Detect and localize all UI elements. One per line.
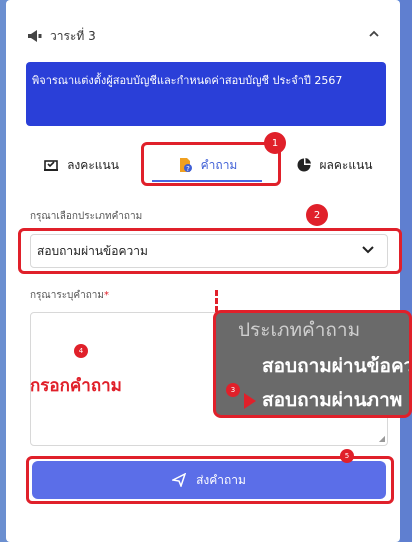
question-text-label-text: กรุณาระบุคำถาม [30,290,104,301]
agenda-header[interactable]: วาระที่ 3 [26,24,386,48]
agenda-title: วาระที่ 3 [50,28,96,43]
tab-vote[interactable]: ลงคะแนน [26,146,136,184]
pointer-arrow-icon [244,393,256,409]
badge-step-2: 2 [306,204,328,226]
highlight-question-type [18,228,402,274]
agenda-description: พิจารณาแต่งตั้งผู้สอบบัญชีและกำหนดค่าสอบ… [26,62,386,126]
question-input-hint: กรอกคำถาม [30,376,122,396]
question-text-label: กรุณาระบุคำถาม* [30,288,109,303]
badge-step-3: 3 [226,383,240,397]
resize-grip-icon[interactable]: ◢ [379,434,385,443]
vote-icon [43,158,59,172]
megaphone-icon [26,28,44,44]
popup-option-text[interactable]: สอบถามผ่านข้อความ [262,351,409,381]
page-scroll-area [400,0,412,542]
highlight-submit [26,456,394,504]
popup-title: ประเภทคำถาม [238,319,361,341]
connector-line [215,290,218,312]
highlight-question-tab [141,142,281,186]
tab-result-label: ผลคะแนน [319,157,373,172]
badge-step-4: 4 [74,344,88,358]
pie-chart-icon [296,157,312,173]
badge-step-5: 5 [340,449,354,463]
badge-step-1: 1 [264,132,286,154]
question-type-popup: ประเภทคำถาม สอบถามผ่านข้อความ สอบถามผ่าน… [213,310,412,418]
popup-option-image[interactable]: สอบถามผ่านภาพ [262,385,402,415]
tab-vote-label: ลงคะแนน [67,157,119,172]
chevron-up-icon[interactable] [368,28,380,43]
required-mark: * [103,290,109,301]
question-type-label: กรุณาเลือกประเภทคำถาม [30,211,143,222]
tab-result[interactable]: ผลคะแนน [282,146,386,184]
